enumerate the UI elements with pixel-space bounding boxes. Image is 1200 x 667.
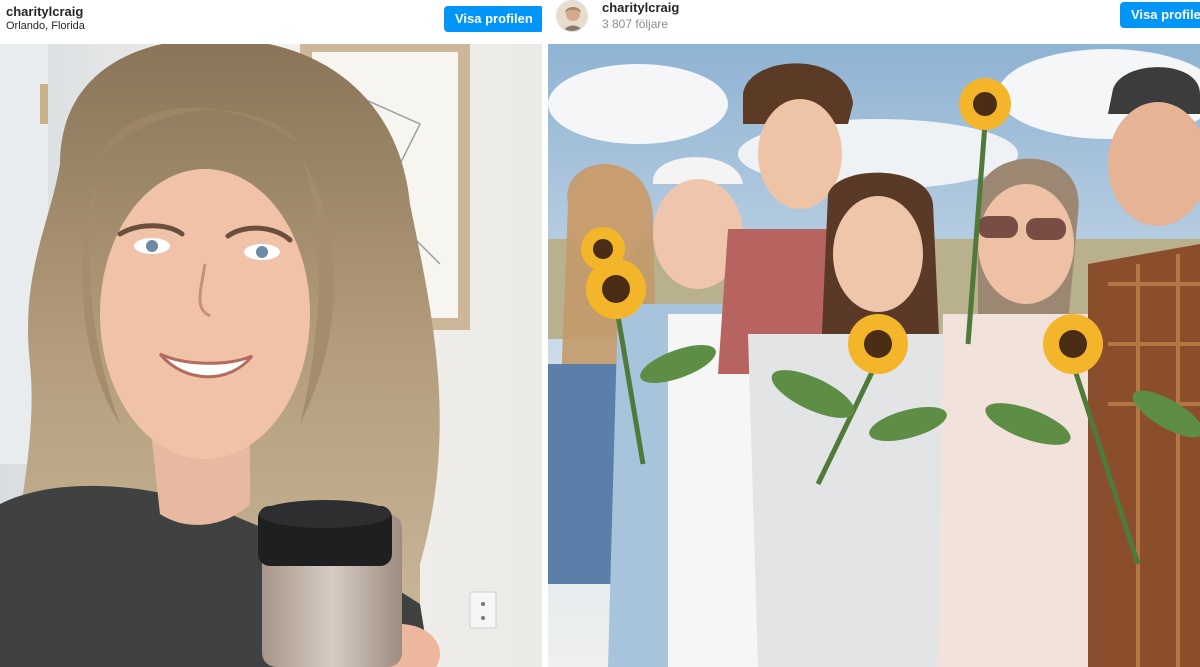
profile-avatar[interactable] (556, 0, 588, 32)
selfie-photo-illustration: OOM (0, 44, 542, 667)
instagram-embed-left: charitylcraig Orlando, Florida Visa prof… (0, 0, 542, 667)
username[interactable]: charitylcraig (6, 4, 83, 19)
post-photo-selfie: OOM (0, 44, 542, 667)
location[interactable]: Orlando, Florida (6, 20, 85, 32)
post-photo-family-sunflowers (548, 44, 1200, 667)
username[interactable]: charitylcraig (602, 0, 679, 15)
sunflower-5 (581, 227, 625, 271)
family-photo-illustration (548, 44, 1200, 667)
profile-avatar-image (557, 1, 587, 31)
follower-count: 3 807 följare (602, 17, 669, 31)
view-profile-button[interactable]: Visa profilen (444, 6, 542, 32)
post-header: charitylcraig Orlando, Florida Visa prof… (0, 0, 542, 44)
instagram-embed-right: charitylcraig 3 807 följare Visa profile… (548, 0, 1200, 667)
view-profile-button[interactable]: Visa profilen (1120, 2, 1200, 28)
post-header: charitylcraig 3 807 följare Visa profile… (548, 0, 1200, 44)
